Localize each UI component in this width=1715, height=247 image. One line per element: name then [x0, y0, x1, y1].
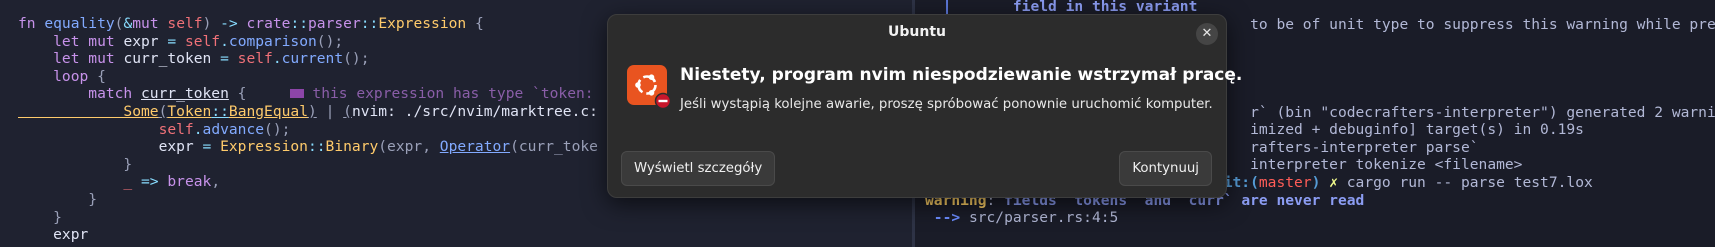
code-token: (expr, [378, 138, 440, 156]
close-button[interactable]: ✕ [1196, 23, 1218, 45]
dialog-message: Jeśli wystąpią kolejne awarie, proszę sp… [680, 97, 1213, 112]
code-token: expr [18, 226, 89, 244]
code-token: :: [211, 103, 229, 120]
code-token: comparison [228, 32, 317, 50]
code-line: } [18, 191, 97, 209]
code-token: loop [18, 67, 98, 85]
code-token: let mut [18, 50, 124, 68]
code-token: . [272, 50, 282, 68]
ubuntu-logo-icon [627, 65, 672, 110]
ubuntu-error-icon [627, 65, 675, 113]
code-token: BangEqual [228, 103, 308, 120]
close-icon: ✕ [1201, 26, 1213, 41]
code-token: :: [307, 138, 326, 156]
code-token: , [211, 173, 221, 191]
terminal-token: | [925, 0, 1013, 15]
code-token: . [220, 32, 229, 50]
dialog-title: Ubuntu [888, 24, 946, 40]
hint-text: this expression has type `token: [312, 85, 594, 103]
code-line: let mut expr = self.comparison(); [18, 33, 343, 51]
terminal-line: --> src/parser.rs:4:5 [925, 209, 1119, 227]
code-token: advance [202, 120, 265, 138]
terminal-token: src/parser.rs:4:5 [968, 209, 1119, 227]
code-token: { [228, 85, 247, 103]
terminal-token: cargo run -- parse test7.lox [1346, 174, 1593, 191]
code-token: & [123, 15, 133, 32]
code-token: (); [316, 32, 344, 50]
code-token: self [18, 120, 194, 138]
terminal-token: ✗ [1329, 174, 1347, 191]
code-token: curr_token [141, 85, 229, 103]
code-token: Binary [325, 138, 379, 156]
code-line: match curr_token { this expression has t… [18, 85, 594, 103]
code-token: match [18, 85, 142, 103]
code-token: } [18, 191, 98, 208]
code-token: self [237, 50, 273, 68]
code-token: (); [264, 120, 291, 138]
code-token: . [193, 120, 203, 138]
terminal-token: ) [1311, 174, 1330, 191]
code-line: } [18, 209, 62, 227]
inline-diagnostic-hint: this expression has type `token: [246, 85, 594, 103]
code-token: => [141, 173, 168, 191]
code-token: mut [132, 15, 168, 32]
code-token: crate [246, 15, 291, 32]
code-token: ) [202, 15, 221, 32]
code-token: = [202, 138, 221, 156]
code-line: _ => break, [18, 173, 220, 191]
code-token: equality [44, 15, 115, 32]
code-line: expr = Expression::Binary(expr, Operator… [18, 138, 598, 156]
code-token: { [466, 15, 484, 32]
code-token: :: [290, 15, 309, 32]
diagnostic-marker-icon [290, 88, 305, 98]
code-token: Expression [378, 15, 467, 32]
code-token: _ [18, 173, 142, 191]
code-token: nvim: ./src/nvim/marktree.c: [351, 103, 598, 120]
code-token: = [220, 50, 238, 68]
code-line: let mut curr_token = self.current(); [18, 50, 370, 68]
code-token: (curr_toke [510, 138, 598, 156]
code-token: break [167, 173, 212, 191]
code-token: ) [307, 103, 317, 120]
code-line: loop { [18, 68, 106, 86]
code-token: Operator [439, 138, 511, 156]
code-line: expr [18, 226, 88, 244]
code-line: } [18, 156, 132, 174]
code-token: (); [343, 50, 370, 68]
code-token: expr [18, 138, 203, 156]
continue-button[interactable]: Kontynuuj [1119, 151, 1212, 186]
code-token: :: [360, 15, 379, 32]
code-token: } [18, 208, 62, 226]
code-line: fn equality(&mut self) -> crate::parser:… [18, 15, 484, 33]
code-token: current [281, 50, 344, 68]
code-token: expr [123, 32, 168, 50]
code-token: Expression [220, 138, 308, 156]
code-token: = [167, 32, 185, 50]
code-token: Token [167, 103, 212, 120]
terminal-token: field in this variant [1012, 0, 1198, 15]
code-token: curr_token [123, 50, 221, 68]
code-token: -> [220, 15, 247, 32]
terminal-token: --> [925, 209, 969, 227]
code-token: fn [18, 15, 45, 32]
code-token: let mut [18, 32, 124, 50]
code-token: { [97, 67, 106, 85]
code-token: self [167, 15, 203, 32]
code-line: self.advance(); [18, 120, 291, 139]
code-line: Some(Token::BangEqual) | (nvim: ./src/nv… [18, 103, 598, 121]
code-token: } [18, 155, 133, 173]
code-token: parser [308, 15, 361, 32]
crash-dialog: Ubuntu ✕ Niestety, program nvim niespodz… [607, 14, 1242, 198]
dialog-heading: Niestety, program nvim niespodziewanie w… [680, 65, 1243, 85]
code-token: | [316, 103, 344, 120]
show-details-button[interactable]: Wyświetl szczegóły [621, 151, 776, 186]
code-token: ( [343, 103, 352, 120]
code-token: Some [18, 103, 159, 120]
terminal-token: master [1258, 174, 1312, 191]
code-token: self [184, 32, 221, 50]
